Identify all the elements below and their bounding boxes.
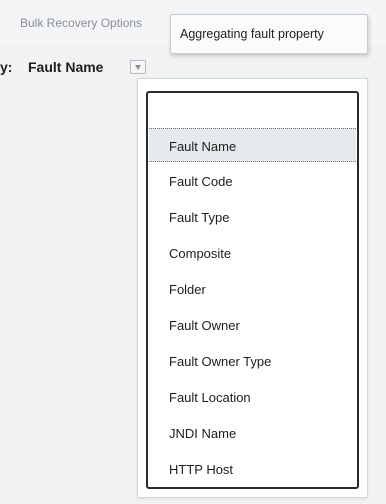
bulk-recovery-options-tab[interactable]: Bulk Recovery Options bbox=[20, 16, 142, 30]
dropdown-option-fault-owner-type[interactable]: Fault Owner Type bbox=[149, 344, 356, 378]
dropdown-option-folder[interactable]: Folder bbox=[149, 272, 356, 306]
group-by-current-value: Fault Name bbox=[28, 59, 104, 75]
tooltip-text: Aggregating fault property bbox=[180, 27, 324, 41]
dropdown-option-empty[interactable] bbox=[149, 94, 356, 123]
group-by-dropdown-button[interactable] bbox=[130, 60, 146, 74]
dropdown-popup: Fault Name Fault Code Fault Type Composi… bbox=[137, 78, 368, 498]
dropdown-option-http-host[interactable]: HTTP Host bbox=[149, 452, 356, 486]
group-by-label-fragment: y: bbox=[0, 59, 13, 75]
dropdown-option-fault-code[interactable]: Fault Code bbox=[149, 164, 356, 198]
tooltip: Aggregating fault property bbox=[170, 14, 368, 54]
dropdown-listbox[interactable]: Fault Name Fault Code Fault Type Composi… bbox=[146, 91, 359, 489]
triangle-down-icon bbox=[135, 65, 141, 70]
dropdown-option-fault-owner[interactable]: Fault Owner bbox=[149, 308, 356, 342]
dropdown-option-fault-type[interactable]: Fault Type bbox=[149, 200, 356, 234]
dropdown-option-fault-location[interactable]: Fault Location bbox=[149, 380, 356, 414]
dropdown-option-composite[interactable]: Composite bbox=[149, 236, 356, 270]
dropdown-option-jndi-name[interactable]: JNDI Name bbox=[149, 416, 356, 450]
dropdown-option-fault-name[interactable]: Fault Name bbox=[149, 128, 356, 162]
